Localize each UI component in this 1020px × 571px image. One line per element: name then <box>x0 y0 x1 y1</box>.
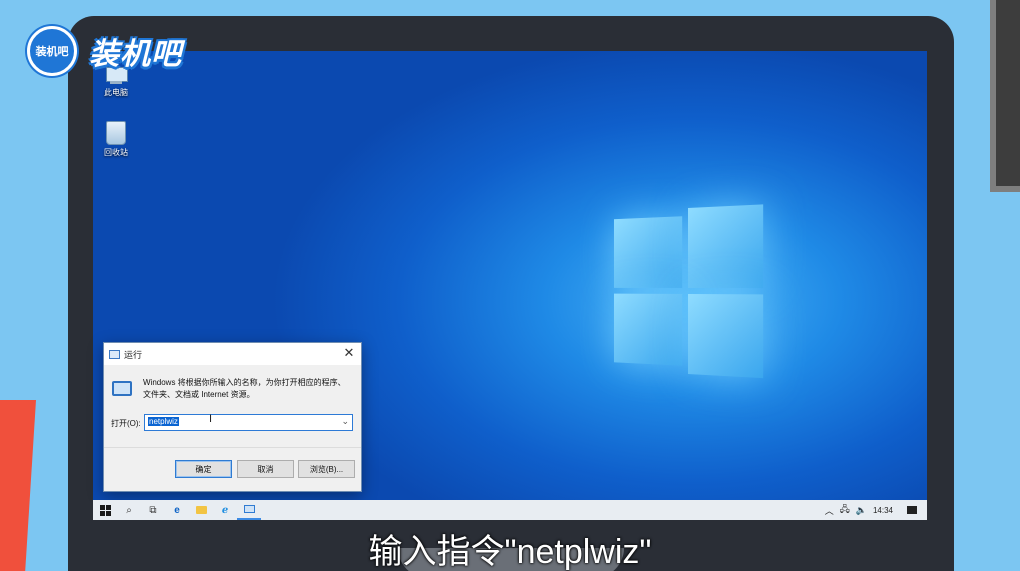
close-button[interactable]: ✕ <box>342 346 356 359</box>
mouse-cursor-icon: I <box>209 413 213 425</box>
notification-icon[interactable] <box>907 506 917 514</box>
search-icon[interactable]: ⌕ <box>117 500 141 520</box>
brand-name: 装机吧 <box>89 38 182 71</box>
dialog-title: 运行 <box>124 349 143 360</box>
taskbar: ⌕ ⧉ e ℯ ︿ 🖧 🔈 14:34 <box>93 500 927 520</box>
run-dialog: 运行 ✕ Windows 将根据你所输入的名称，为你打开相应的程序、文件夹、文档… <box>103 342 362 492</box>
start-button[interactable] <box>93 500 117 520</box>
cancel-button[interactable]: 取消 <box>237 460 294 478</box>
open-label: 打开(O): <box>111 419 141 428</box>
volume-icon[interactable]: 🔈 <box>856 505 867 516</box>
run-icon <box>109 349 120 359</box>
desktop-icon-label: 此电脑 <box>104 88 128 97</box>
clock[interactable]: 14:34 <box>873 506 893 515</box>
dialog-description: Windows 将根据你所输入的名称，为你打开相应的程序、文件夹、文档或 Int… <box>143 378 346 399</box>
windows-icon <box>99 504 111 516</box>
video-subtitle: 输入指令"netplwiz" <box>368 533 652 571</box>
network-icon[interactable]: 🖧 <box>840 502 850 518</box>
ok-button[interactable]: 确定 <box>175 460 232 478</box>
browse-button[interactable]: 浏览(B)... <box>298 460 355 478</box>
decorative-side-panel <box>990 0 1020 192</box>
open-input-value: netplwiz <box>148 417 179 426</box>
windows-wallpaper-logo <box>613 204 770 379</box>
recycle-bin-icon <box>106 121 126 145</box>
brand-circle-logo: 装机吧 <box>27 26 77 76</box>
edge-icon[interactable]: e <box>165 500 189 520</box>
internet-explorer-icon[interactable]: ℯ <box>213 500 237 520</box>
file-explorer-button[interactable] <box>189 500 213 520</box>
open-input[interactable]: netplwiz ⌄ <box>144 414 353 431</box>
run-program-icon <box>112 381 132 396</box>
run-icon <box>243 505 255 513</box>
dialog-titlebar[interactable]: 运行 ✕ <box>104 343 361 365</box>
task-view-icon[interactable]: ⧉ <box>141 500 165 520</box>
chevron-down-icon[interactable]: ⌄ <box>341 416 349 427</box>
system-tray: ︿ 🖧 🔈 14:34 <box>825 502 927 518</box>
desktop-icon-label: 回收站 <box>104 148 128 157</box>
brand-logo: 装机吧 装机吧 <box>27 26 182 76</box>
folder-icon <box>195 506 207 514</box>
tray-overflow-icon[interactable]: ︿ <box>825 504 834 517</box>
desktop-icon-recycle-bin[interactable]: 回收站 <box>93 121 139 158</box>
run-taskbar-button[interactable] <box>237 500 261 520</box>
